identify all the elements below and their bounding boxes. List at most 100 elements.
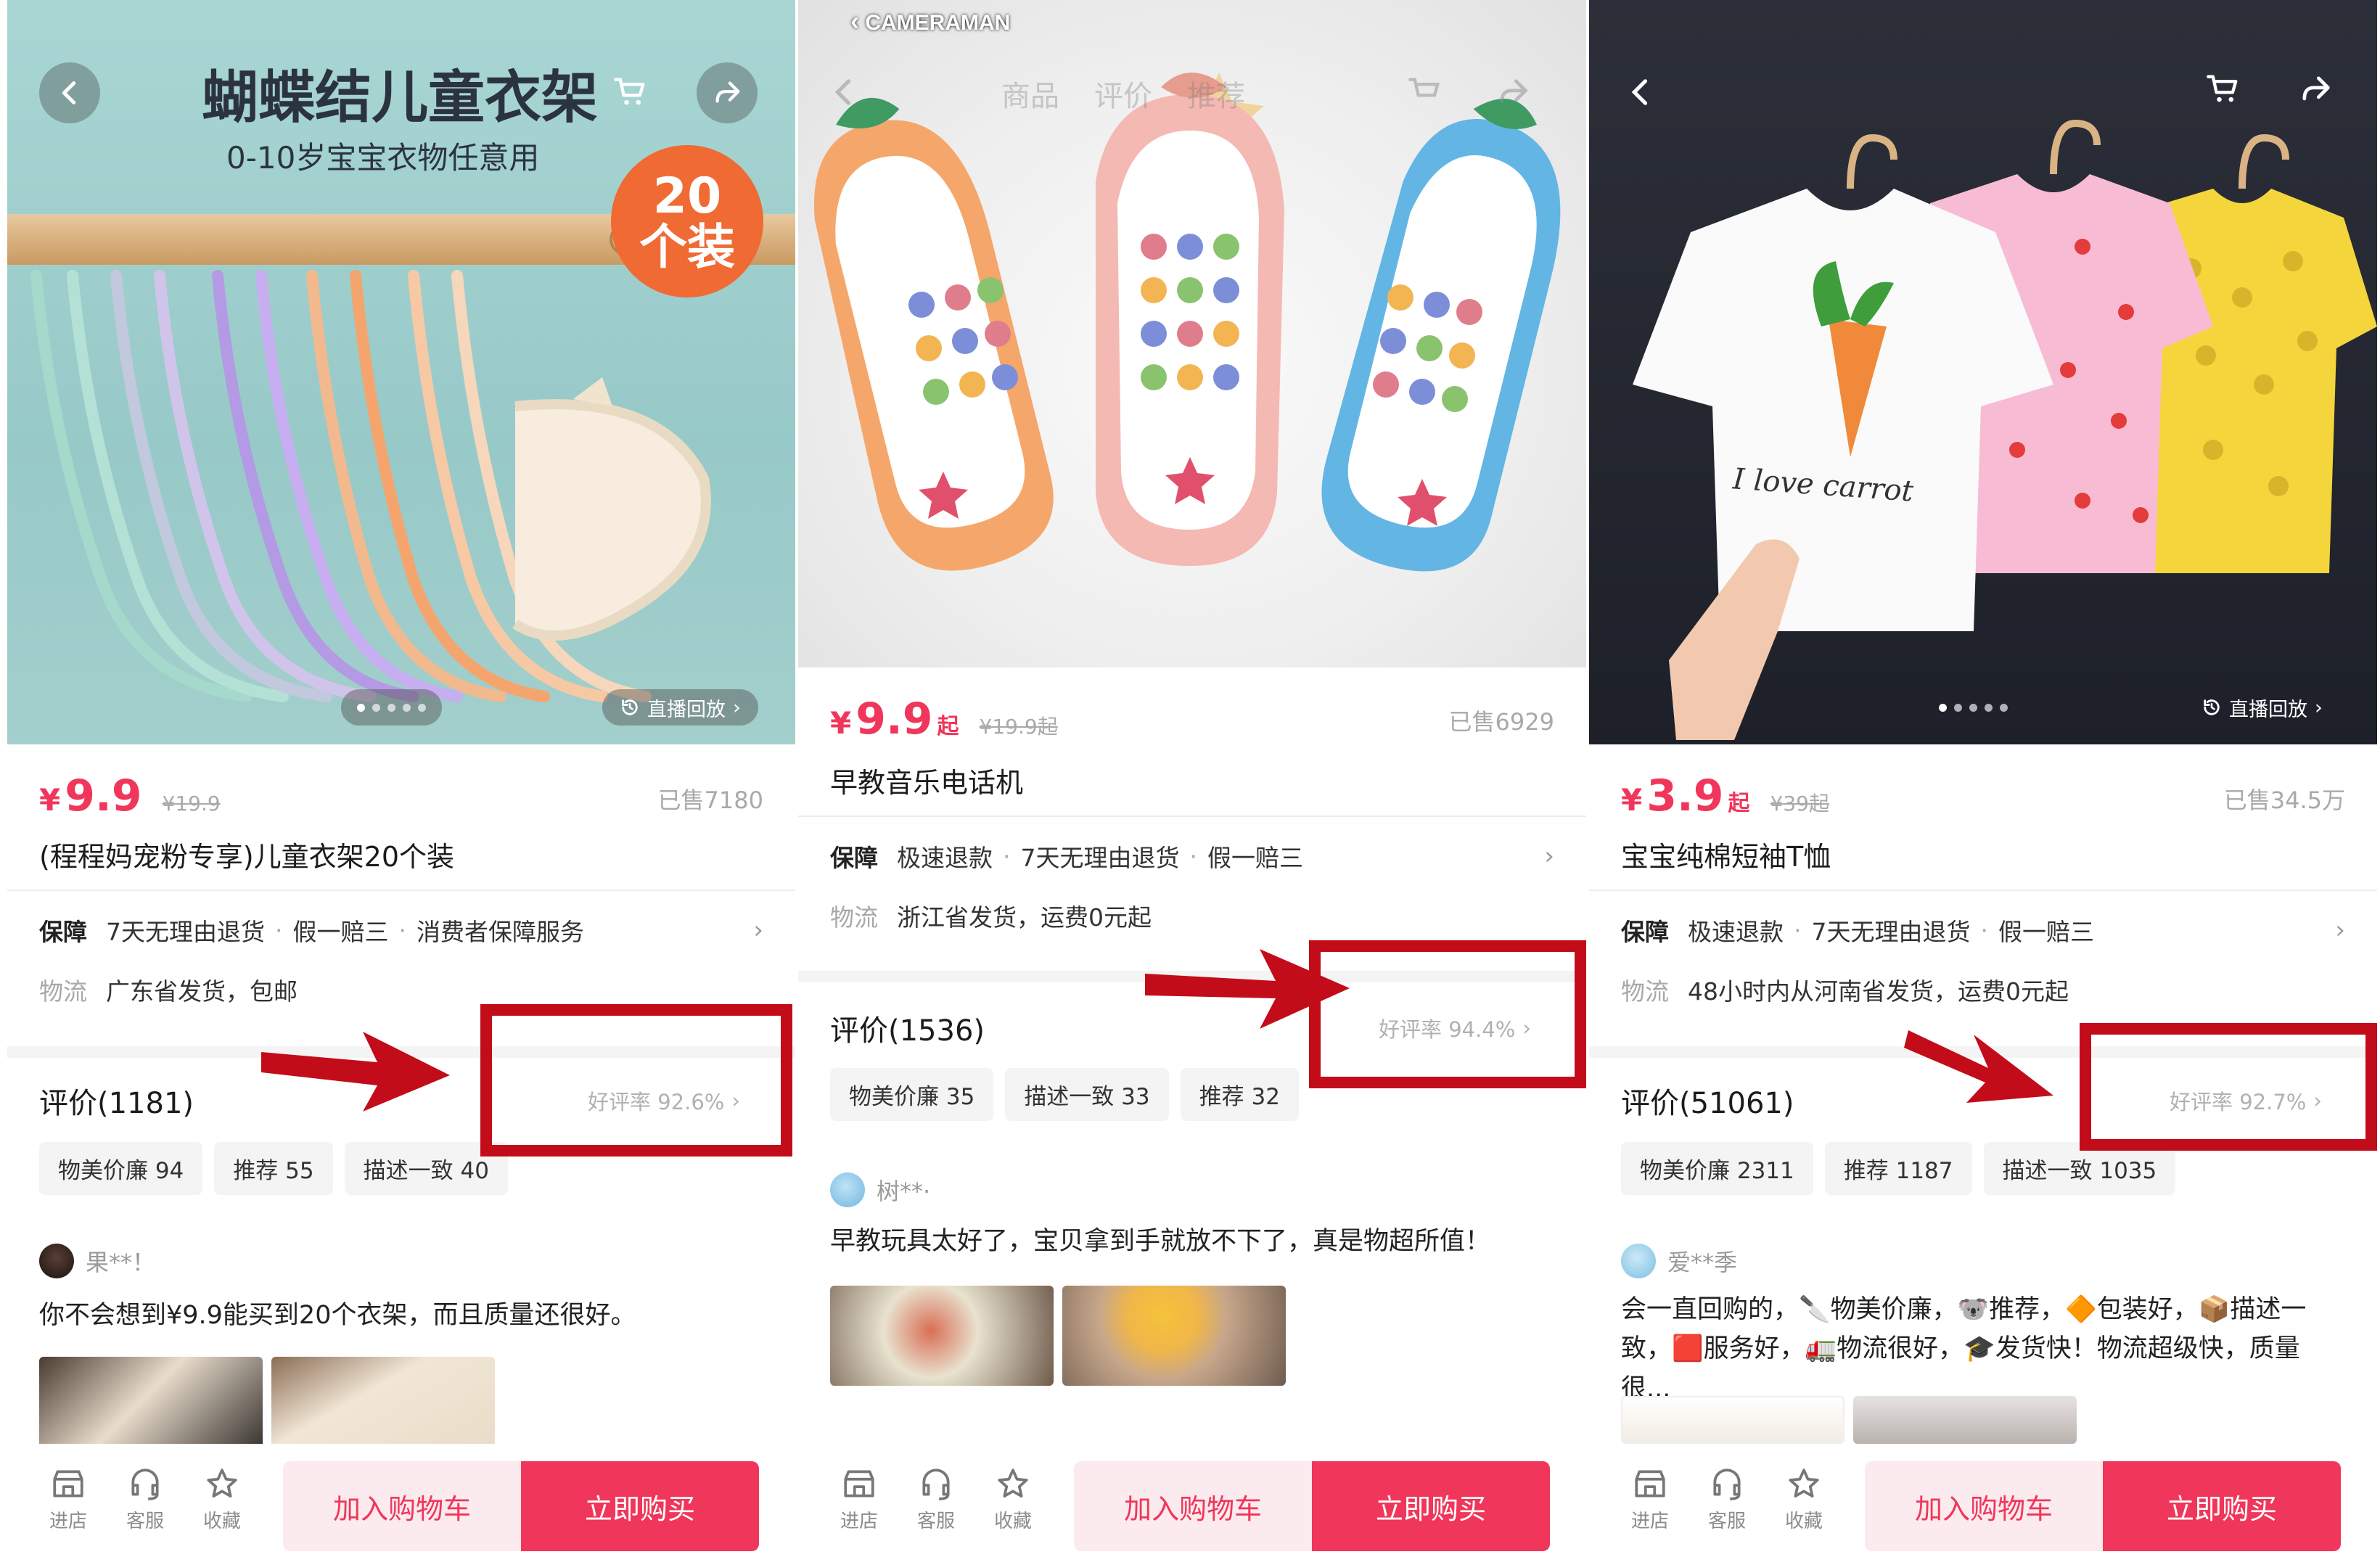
guarantee-item: 极速退款 [897,844,993,872]
buy-now-button[interactable]: 立即购买 [521,1461,759,1551]
review-tag[interactable]: 推荐 1187 [1824,1142,1972,1195]
highlight-box [1309,940,1586,1088]
review-text: 早教玩具太好了，宝贝拿到手就放不下了，真是物超所值！ [830,1227,1491,1256]
guarantee-label: 保障 [39,918,87,946]
review-tag[interactable]: 物美价廉 35 [830,1068,994,1121]
carousel-indicator[interactable] [341,689,442,726]
tab-reviews[interactable]: 评价 [1094,73,1152,115]
screenshot-collage: 蝴蝶结儿童衣架 0-10岁宝宝衣物任意用 20 个装 直播回放 › ¥ 9.9 … [0,0,2380,1557]
guarantee-row[interactable]: 保障 7天无理由退货 · 假一赔三 · 消费者保障服务 › [39,913,763,948]
guarantee-item: 7天无理由退货 [1811,918,1971,946]
store-button[interactable]: 进店 [39,1466,97,1533]
cart-button[interactable] [2199,64,2249,115]
review-tag[interactable]: 物美价廉 2311 [1621,1142,1813,1195]
favorite-label: 收藏 [993,1511,1032,1532]
store-button[interactable]: 进店 [1621,1466,1679,1533]
guarantee-row[interactable]: 保障 极速退款 · 7天无理由退货 · 假一赔三 › [1621,913,2345,948]
avatar [1621,1244,1656,1278]
review-tag[interactable]: 推荐 32 [1180,1068,1299,1121]
back-button[interactable] [1615,67,1666,118]
replay-icon [622,699,638,715]
add-to-cart-button[interactable]: 加入购物车 [283,1461,521,1551]
replay-label: 直播回放 [2229,698,2307,721]
review-photo[interactable] [830,1286,1054,1386]
add-to-cart-button[interactable]: 加入购物车 [1865,1461,2103,1551]
back-button[interactable] [818,67,869,118]
buy-now-button[interactable]: 立即购买 [1312,1461,1550,1551]
tab-product[interactable]: 商品 [1001,73,1059,115]
share-button[interactable] [1488,67,1538,118]
watermark-text: CAMERAMAN [865,11,1011,35]
headset-icon [922,1468,950,1500]
store-button[interactable]: 进店 [830,1466,888,1533]
toy-phones-illustration [814,73,1561,572]
add-to-cart-button[interactable]: 加入购物车 [1074,1461,1312,1551]
product-page-toy-phone: ‹ CAMERAMAN 商品 评价 推荐 ¥ 9.9 起 ¥19.9起 已售69… [798,0,1586,1557]
chevron-left-icon [1631,79,1648,105]
review-tag[interactable]: 物美价廉 94 [39,1142,203,1195]
sold-count: 已售34.5万 [2223,786,2345,814]
product-title: 早教音乐电话机 [830,767,1024,799]
review-photo[interactable] [271,1357,495,1457]
service-button[interactable]: 客服 [116,1466,174,1533]
reviews-heading[interactable]: 评价(51061) [1621,1080,1794,1122]
cart-button[interactable] [1400,67,1451,118]
service-label: 客服 [126,1511,164,1532]
logistics-label: 物流 [1621,977,1669,1006]
favorite-button[interactable]: 收藏 [1775,1466,1833,1533]
store-label: 进店 [1630,1511,1669,1532]
review-photo[interactable] [39,1357,263,1457]
review-photo[interactable] [1062,1286,1286,1386]
chevron-right-icon: › [1544,842,1554,871]
reviews-heading[interactable]: 评价(1536) [830,1007,985,1049]
chevron-right-icon: › [753,916,763,945]
review-photo[interactable] [1621,1396,1844,1444]
product-image-hangers[interactable]: 蝴蝶结儿童衣架 0-10岁宝宝衣物任意用 20 个装 直播回放 › [7,0,795,744]
share-button[interactable] [2290,64,2341,115]
carousel-dot [2000,703,2008,712]
guarantee-item: 假一赔三 [1207,844,1303,872]
review-photos [39,1357,495,1457]
price-suffix: 起 [937,714,959,739]
service-button[interactable]: 客服 [907,1466,965,1533]
service-button[interactable]: 客服 [1698,1466,1756,1533]
review-tag[interactable]: 描述一致 33 [1005,1068,1169,1121]
guarantee-item: 7天无理由退货 [106,918,265,946]
cart-icon [2207,75,2238,102]
cart-button[interactable] [606,67,657,118]
carousel-dot [1954,703,1962,712]
share-button[interactable] [697,62,758,123]
sold-count: 已售6929 [1448,708,1554,736]
store-label: 进店 [840,1511,878,1532]
live-replay-button[interactable]: 直播回放 › [602,689,758,726]
guarantee-row[interactable]: 保障 极速退款 · 7天无理由退货 · 假一赔三 › [830,839,1554,874]
product-image-tshirts[interactable]: I love carrot 直播回放 › [1589,0,2377,744]
buy-now-button[interactable]: 立即购买 [2103,1461,2341,1551]
carousel-indicator[interactable] [1923,689,2024,726]
price-row: ¥ 3.9 起 ¥39起 [1621,771,1829,821]
badge-unit: 个装 [639,219,735,276]
original-price: ¥19.9 [162,792,221,816]
chevron-left-icon: ‹ [850,6,859,36]
live-replay-button[interactable]: 直播回放 › [2184,689,2340,726]
favorite-button[interactable]: 收藏 [193,1466,251,1533]
page-tabs: 商品 评价 推荐 [1001,73,1245,115]
chevron-right-icon: › [733,696,741,719]
back-button[interactable] [39,62,100,123]
replay-label: 直播回放 [647,698,726,721]
review-photo[interactable] [1853,1396,2077,1444]
share-icon [2302,76,2330,101]
review-tag[interactable]: 推荐 55 [214,1142,333,1195]
product-image-toy-phones[interactable]: ‹ CAMERAMAN 商品 评价 推荐 [798,0,1586,667]
chevron-right-icon: › [2315,696,2323,719]
hero-title: 蝴蝶结儿童衣架 [202,65,599,131]
reviewer-name: 果**！ [86,1249,156,1276]
badge-number: 20 [652,167,722,225]
reviewer-name: 树**· [877,1178,931,1205]
review-text: 你不会想到¥9.9能买到20个衣架，而且质量还很好。 [39,1301,636,1330]
reviews-heading[interactable]: 评价(1181) [39,1080,194,1122]
reviewer: 爱**季 [1621,1244,1737,1278]
tab-recommend[interactable]: 推荐 [1187,73,1245,115]
favorite-button[interactable]: 收藏 [984,1466,1042,1533]
carousel-dot [1985,703,1993,712]
